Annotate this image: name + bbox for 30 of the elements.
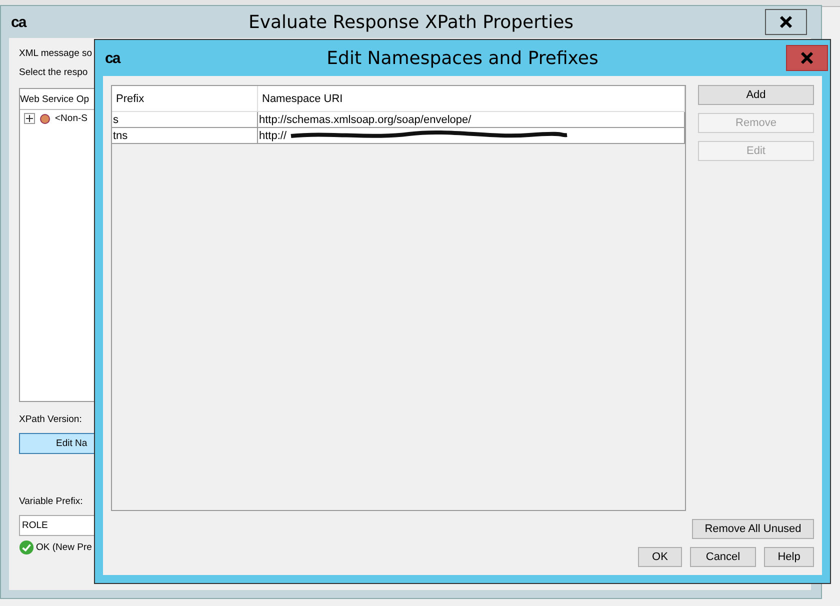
uri-text: http://schemas.xmlsoap.org/soap/envelope/ [259, 114, 472, 126]
variable-prefix-label: Variable Prefix: [19, 496, 83, 507]
close-icon [800, 51, 814, 65]
label-text: Select the respo [19, 67, 88, 78]
tree-item[interactable]: <Non-S [55, 113, 88, 124]
dialog-button[interactable]: Cancel [690, 547, 756, 567]
close-button[interactable] [765, 9, 807, 35]
app-logo: ca [105, 50, 120, 66]
column-header[interactable]: Prefix [112, 86, 258, 111]
action-button[interactable]: Add [698, 85, 814, 105]
table-cell: s [112, 112, 258, 127]
close-icon [779, 15, 793, 29]
table-row[interactable]: tns http:// [112, 128, 685, 144]
expand-icon[interactable] [24, 113, 35, 124]
table-row[interactable]: s http://schemas.xmlsoap.org/soap/envelope/ [112, 112, 685, 128]
xpath-version-label: XPath Version: [19, 414, 82, 425]
window-title: Evaluate Response XPath Properties [248, 12, 574, 32]
column-header[interactable]: Namespace URI [258, 86, 685, 111]
status-text: OK (New Pre [36, 542, 92, 553]
check-icon [19, 540, 34, 555]
app-logo: ca [11, 14, 26, 30]
window-title: Edit Namespaces and Prefixes [326, 48, 598, 68]
dialog-button[interactable]: Help [764, 547, 814, 567]
table-cell: tns [112, 128, 258, 143]
dot-icon [40, 114, 50, 124]
uri-text: http:// [259, 130, 287, 142]
tree-title: Web Service Op [20, 94, 89, 104]
label-text: XML message so [19, 48, 92, 59]
remove-unused-button[interactable]: Remove All Unused [692, 519, 814, 539]
dialog-button[interactable]: OK [638, 547, 682, 567]
